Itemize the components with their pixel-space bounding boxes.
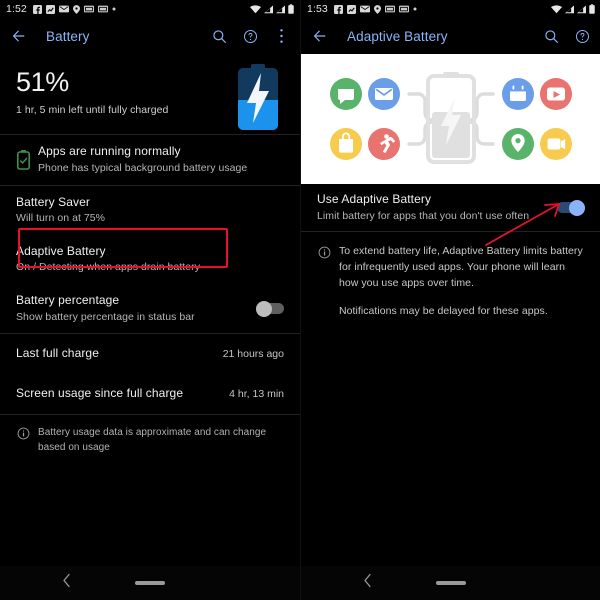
location-pin-icon [72, 4, 80, 14]
battery-check-icon [8, 149, 38, 170]
system-navigation-bar-left [0, 566, 300, 600]
photo-icon-2 [398, 5, 409, 13]
switch-thumb [256, 300, 272, 317]
nav-home-pill[interactable] [436, 581, 466, 585]
wifi-icon [250, 4, 261, 13]
battery-usage-footnote-text: Battery usage data is approximate and ca… [38, 427, 267, 453]
help-icon[interactable] [573, 27, 591, 45]
last-full-charge-title: Last full charge [16, 346, 99, 361]
adaptive-battery-title: Adaptive Battery [16, 243, 106, 258]
adaptive-battery-subtitle: On / Detecting when apps drain battery [16, 261, 201, 274]
battery-percentage-title: Battery percentage [16, 293, 120, 308]
overflow-menu-icon[interactable] [272, 27, 290, 45]
info-icon [309, 244, 339, 259]
signal-icon [565, 4, 574, 13]
status-bar-notification-icons-right [333, 4, 551, 14]
search-icon[interactable] [210, 27, 228, 45]
mail-icon [58, 5, 69, 13]
dot-icon [112, 7, 116, 11]
battery-usage-footnote: Battery usage data is approximate and ca… [0, 415, 300, 466]
charging-battery-icon [234, 64, 282, 135]
settings-row-use-adaptive-battery[interactable]: Use Adaptive Battery Limit battery for a… [301, 184, 600, 231]
page-title: Battery [46, 28, 90, 44]
battery-saver-title: Battery Saver [16, 194, 90, 209]
switch-thumb [569, 199, 585, 216]
running-person-icon [368, 128, 400, 160]
nav-home-pill[interactable] [135, 581, 165, 585]
apps-status-row[interactable]: Apps are running normally Phone has typi… [0, 135, 300, 184]
status-bar-notification-icons [32, 4, 250, 14]
wifi-icon [551, 4, 562, 13]
photo-icon [83, 5, 94, 13]
status-bar-clock-right: 1:53 [307, 2, 328, 15]
facebook-icon [32, 4, 42, 14]
app-bar-right: Adaptive Battery [301, 18, 600, 54]
adaptive-battery-screen: 1:53 Adaptive Battery Use Adaptive Batte… [300, 0, 600, 600]
adaptive-battery-info: To extend battery life, Adaptive Battery… [301, 232, 600, 332]
battery-settings-screen: 1:52 Battery 51% 1 hr, 5 min left until … [0, 0, 300, 600]
app-bar-actions-left [210, 27, 290, 45]
app-bar-left: Battery [0, 18, 300, 54]
back-arrow-icon[interactable] [10, 27, 28, 45]
apps-status-title: Apps are running normally [38, 144, 181, 159]
battery-summary: 51% 1 hr, 5 min left until fully charged [0, 54, 300, 134]
nav-back-icon[interactable] [363, 573, 372, 593]
photo-icon [384, 5, 395, 13]
info-paragraph-1: To extend battery life, Adaptive Battery… [339, 245, 583, 289]
chart-icon [45, 4, 55, 14]
back-arrow-icon[interactable] [311, 27, 329, 45]
info-paragraph-2: Notifications may be delayed for these a… [339, 305, 548, 318]
settings-row-battery-percentage[interactable]: Battery percentage Show battery percenta… [0, 284, 300, 333]
nav-back-icon[interactable] [62, 573, 71, 593]
status-bar-clock: 1:52 [6, 2, 27, 15]
mail-icon [359, 5, 370, 13]
battery-saver-subtitle: Will turn on at 75% [16, 212, 106, 225]
settings-row-last-full-charge[interactable]: Last full charge 21 hours ago [0, 334, 300, 374]
battery-percentage-subtitle: Show battery percentage in status bar [16, 310, 195, 323]
screen-usage-value: 4 hr, 13 min [229, 388, 284, 401]
status-bar-system-icons [250, 4, 294, 14]
signal-icon-2 [577, 4, 586, 13]
settings-row-screen-usage[interactable]: Screen usage since full charge 4 hr, 13 … [0, 374, 300, 414]
system-navigation-bar-right [301, 566, 600, 600]
adaptive-battery-illustration [301, 54, 600, 184]
charging-battery-icon [426, 72, 476, 164]
help-icon[interactable] [241, 27, 259, 45]
settings-row-adaptive-battery[interactable]: Adaptive Battery On / Detecting when app… [0, 235, 300, 284]
status-bar-right: 1:53 [301, 0, 600, 18]
location-pin-icon [373, 4, 381, 14]
battery-percentage-switch[interactable] [256, 300, 284, 317]
status-bar-left: 1:52 [0, 0, 300, 18]
use-adaptive-battery-subtitle: Limit battery for apps that you don't us… [317, 209, 530, 222]
app-bar-actions-right [542, 27, 591, 45]
last-full-charge-value: 21 hours ago [222, 348, 284, 361]
photo-icon-2 [97, 5, 108, 13]
chart-icon [346, 4, 356, 14]
search-icon[interactable] [542, 27, 560, 45]
battery-icon [589, 4, 595, 14]
settings-row-battery-saver[interactable]: Battery Saver Will turn on at 75% [0, 186, 300, 235]
signal-icon-2 [276, 4, 285, 13]
status-bar-system-icons-right [551, 4, 595, 14]
battery-icon [288, 4, 294, 14]
info-icon [8, 426, 38, 440]
dot-icon [413, 7, 417, 11]
apps-status-subtitle: Phone has typical background battery usa… [38, 161, 248, 174]
use-adaptive-battery-title: Use Adaptive Battery [317, 192, 432, 206]
page-title-right: Adaptive Battery [347, 28, 448, 44]
screenshot-root: 1:52 Battery 51% 1 hr, 5 min left until … [0, 0, 600, 600]
facebook-icon [333, 4, 343, 14]
signal-icon [264, 4, 273, 13]
screen-usage-title: Screen usage since full charge [16, 386, 184, 401]
adaptive-battery-switch[interactable] [557, 199, 585, 216]
